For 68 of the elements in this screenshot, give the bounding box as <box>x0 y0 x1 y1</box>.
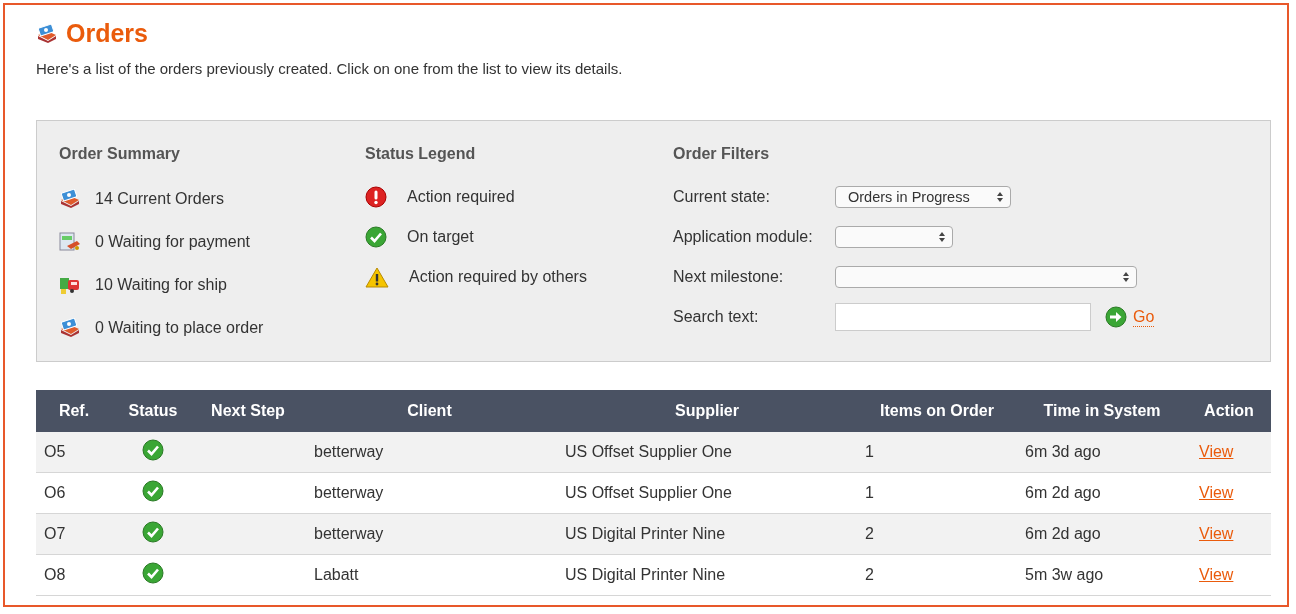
table-cell: 6m 2d ago <box>1017 513 1187 555</box>
orders-book-icon <box>59 317 81 338</box>
column-header: Time in System <box>1017 390 1187 432</box>
exclamation-icon <box>365 186 387 208</box>
column-header: Action <box>1187 390 1271 432</box>
table-cell: Labatt <box>302 554 557 596</box>
legend-label: On target <box>407 228 474 246</box>
column-header: Status <box>112 390 194 432</box>
table-cell: 2 <box>857 513 1017 555</box>
column-header: Items on Order <box>857 390 1017 432</box>
search-field[interactable] <box>835 303 1091 331</box>
view-link[interactable]: View <box>1199 566 1234 583</box>
filter-label: Application module: <box>673 228 814 246</box>
column-header: Client <box>302 390 557 432</box>
select-arrows-icon <box>1122 271 1130 283</box>
filters-heading: Order Filters <box>673 145 771 163</box>
filter-label: Current state: <box>673 188 771 206</box>
check-icon <box>142 562 164 584</box>
table-cell: 1 <box>857 432 1017 473</box>
intro-text: Here's a list of the orders previously created. Click on one from the list to view its details. <box>36 60 624 77</box>
legend-label: Action required by others <box>409 268 587 286</box>
table-cell: 1 <box>857 472 1017 514</box>
orders-book-icon <box>59 188 81 209</box>
check-icon <box>365 226 387 248</box>
view-link[interactable]: View <box>1199 443 1234 460</box>
table-cell: 6m 2d ago <box>1017 472 1187 514</box>
table-cell: O7 <box>36 513 112 555</box>
legend-label: Action required <box>407 188 515 206</box>
warning-icon <box>365 266 389 288</box>
table-cell: betterway <box>302 432 557 473</box>
check-icon <box>142 439 164 461</box>
table-cell: 5m 3w ago <box>1017 554 1187 596</box>
go-link[interactable]: Go <box>1133 307 1155 327</box>
table-cell: 2 <box>857 554 1017 596</box>
summary-heading: Order Summary <box>59 145 181 163</box>
check-icon <box>142 521 164 543</box>
summary-item: 14 Current Orders <box>95 189 224 208</box>
select-arrows-icon <box>996 191 1004 203</box>
page-title: Orders <box>66 19 148 48</box>
table-cell: betterway <box>302 513 557 555</box>
orders-book-icon <box>36 23 58 44</box>
column-header: Next Step <box>194 390 302 432</box>
select-arrows-icon <box>938 231 946 243</box>
column-header: Ref. <box>36 390 112 432</box>
view-link[interactable]: View <box>1199 484 1234 501</box>
table-cell: O6 <box>36 472 112 514</box>
legend-heading: Status Legend <box>365 145 477 163</box>
filter-label: Next milestone: <box>673 268 785 286</box>
filter-label: Search text: <box>673 308 760 326</box>
invoice-icon <box>59 231 81 252</box>
arrow-right-icon[interactable] <box>1105 306 1127 328</box>
check-icon <box>142 480 164 502</box>
table-cell: 6m 3d ago <box>1017 432 1187 473</box>
view-link[interactable]: View <box>1199 525 1234 542</box>
filter-select[interactable] <box>835 266 1137 288</box>
table-cell: US Offset Supplier One <box>557 432 857 473</box>
summary-item: 10 Waiting for ship <box>95 275 227 294</box>
table-cell: US Digital Printer Nine <box>557 554 857 596</box>
table-cell: O8 <box>36 554 112 596</box>
table-cell: US Offset Supplier One <box>557 472 857 514</box>
summary-item: 0 Waiting for payment <box>95 232 251 251</box>
table-cell: betterway <box>302 472 557 514</box>
column-header: Supplier <box>557 390 857 432</box>
filter-select[interactable] <box>835 226 953 248</box>
table-cell: O5 <box>36 432 112 473</box>
table-cell: US Digital Printer Nine <box>557 513 857 555</box>
summary-item: 0 Waiting to place order <box>95 318 264 337</box>
filter-select[interactable]: Orders in Progress <box>835 186 1011 208</box>
